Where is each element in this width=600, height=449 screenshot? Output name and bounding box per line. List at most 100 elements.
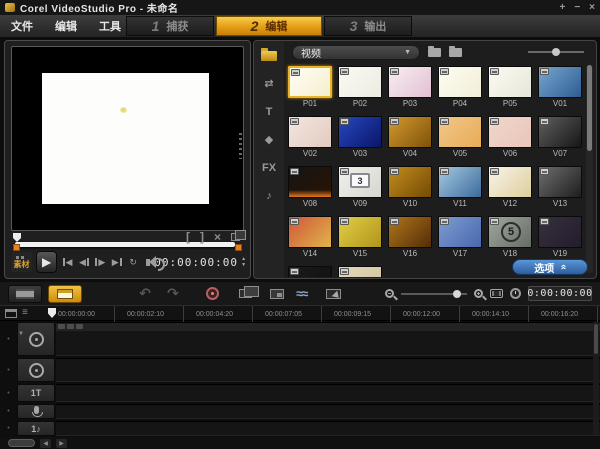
sidebar-item-graphic[interactable]: ◆ (258, 131, 280, 148)
close-button[interactable]: × (589, 3, 595, 13)
clip-thumbnail-V05[interactable] (438, 116, 482, 148)
voice-track-header[interactable] (17, 404, 55, 419)
clip-thumbnail-V02[interactable] (288, 116, 332, 148)
timecode-value[interactable]: 00:00:00:00 (154, 256, 238, 269)
volume-icon[interactable] (146, 259, 150, 266)
timeline-ruler[interactable]: ≡ 00:00:00:0000:00:02:1000:00:04:2000:00… (0, 305, 600, 321)
record-capture-icon[interactable] (206, 287, 219, 300)
next-frame-button[interactable]: ▶ (94, 253, 106, 271)
ruler-ticks[interactable]: 00:00:00:0000:00:02:1000:00:04:2000:00:0… (46, 306, 600, 320)
library-scrollbar-thumb[interactable] (587, 65, 592, 151)
voice-track-lane[interactable] (56, 404, 600, 419)
clip-thumbnail-V13[interactable] (538, 166, 582, 198)
clip-thumbnail-V11[interactable] (438, 166, 482, 198)
clip-thumbnail-V04[interactable] (388, 116, 432, 148)
menu-file[interactable]: 文件 (0, 18, 44, 34)
redo-button[interactable]: ↷ (162, 285, 184, 302)
previous-frame-button[interactable]: ◀ (78, 253, 90, 271)
subtitle-editor-icon[interactable] (270, 289, 284, 299)
clip-thumbnail-V10[interactable] (388, 166, 432, 198)
clip-thumbnail-V16[interactable] (388, 216, 432, 248)
tab-edit[interactable]: 2 编辑 (216, 16, 322, 36)
music-track-header[interactable]: 1♪ (17, 421, 55, 436)
clip-thumbnail-V07[interactable] (538, 116, 582, 148)
track-dropdown-icon[interactable]: ▼ (18, 331, 24, 337)
timeline-view-button[interactable] (48, 285, 82, 303)
sidebar-item-media[interactable] (258, 47, 280, 64)
mark-in-button[interactable]: [ (186, 231, 190, 243)
scroll-right-button[interactable]: ▶ (56, 439, 67, 448)
fit-project-icon[interactable] (490, 289, 503, 298)
scroll-left-button[interactable]: ◀ (40, 439, 51, 448)
show-tracks-icon[interactable]: ≡ (22, 308, 28, 318)
panel-resize-grip[interactable] (239, 133, 242, 159)
zoom-slider-knob[interactable] (453, 290, 461, 298)
sidebar-item-audio[interactable]: ♪ (258, 187, 280, 204)
clip-thumbnail-V17[interactable] (438, 216, 482, 248)
clip-thumbnail-V06[interactable] (488, 116, 532, 148)
clip-thumbnail-P04[interactable] (438, 66, 482, 98)
overlay-track-header[interactable] (17, 358, 55, 382)
library-scrollbar[interactable] (586, 65, 593, 273)
vertical-scrollbar-thumb[interactable] (594, 324, 598, 354)
music-track-lane[interactable] (56, 421, 600, 436)
options-button[interactable]: 选项 « (512, 259, 588, 275)
tab-share[interactable]: 3 输出 (324, 16, 412, 36)
clip-thumbnail-P01[interactable] (288, 66, 332, 98)
ripple-edit-strip[interactable] (56, 323, 600, 331)
clip-thumbnail-V15[interactable] (338, 216, 382, 248)
split-clip-icon[interactable] (231, 233, 240, 241)
timeline-zoom-slider[interactable] (401, 289, 467, 299)
thumbnail-size-slider[interactable] (528, 46, 584, 58)
end-button[interactable]: ▶ (111, 253, 123, 271)
overlay-track-lane[interactable] (56, 358, 600, 382)
timecode-spinner[interactable]: ▲▼ (241, 257, 246, 268)
music-track-state-icon[interactable]: • (0, 421, 17, 436)
video-track-state-icon[interactable]: • (0, 322, 17, 356)
clip-thumbnail-V21[interactable] (338, 266, 382, 277)
zoom-in-icon[interactable] (474, 289, 483, 298)
mark-out-button[interactable]: ] (200, 231, 204, 243)
clip-thumbnail-V03[interactable] (338, 116, 382, 148)
sound-mixer-icon[interactable]: ≈≈ (296, 286, 306, 301)
timeline-timecode[interactable]: 0:00:00:00 (528, 286, 592, 301)
gallery-dropdown[interactable]: 视频 ▼ (292, 45, 420, 60)
clip-thumbnail-V08[interactable] (288, 166, 332, 198)
repeat-button[interactable]: ↻ (127, 253, 139, 271)
instant-project-icon[interactable] (326, 289, 341, 299)
sidebar-item-transition[interactable]: ⇄ (258, 75, 280, 92)
sidebar-item-title[interactable]: T (258, 103, 280, 120)
clip-thumbnail-V12[interactable] (488, 166, 532, 198)
import-media-icon[interactable] (449, 48, 462, 57)
title-track-lane[interactable] (56, 384, 600, 402)
timeline-vertical-scrollbar[interactable] (593, 322, 599, 435)
clip-thumbnail-P03[interactable] (388, 66, 432, 98)
clip-thumbnail-V19[interactable] (538, 216, 582, 248)
storyboard-view-button[interactable] (8, 285, 42, 303)
horizontal-scrollbar-thumb[interactable] (8, 439, 35, 447)
slider-knob[interactable] (552, 48, 560, 56)
tab-capture[interactable]: 1 捕获 (126, 16, 214, 36)
clip-thumbnail-V01[interactable] (538, 66, 582, 98)
overlay-track-state-icon[interactable]: • (0, 358, 17, 382)
minimize-button[interactable]: − (574, 3, 580, 13)
move-window-icon[interactable]: + (559, 3, 565, 13)
video-track-header[interactable] (17, 322, 55, 356)
play-button[interactable]: ▶ (36, 251, 57, 273)
undo-button[interactable]: ↶ (134, 285, 156, 302)
clip-thumbnail-P02[interactable] (338, 66, 382, 98)
menu-edit[interactable]: 编辑 (44, 18, 88, 34)
voice-track-state-icon[interactable]: • (0, 404, 17, 419)
video-track-lane[interactable] (56, 322, 600, 356)
clip-thumbnail-V09[interactable]: 3 (338, 166, 382, 198)
add-folder-icon[interactable] (428, 48, 441, 57)
clip-thumbnail-V18[interactable]: 5 (488, 216, 532, 248)
project-duration-icon[interactable] (510, 288, 521, 299)
delete-clip-button[interactable]: × (214, 231, 221, 243)
batch-convert-icon[interactable] (239, 289, 252, 298)
playhead-marker[interactable] (13, 233, 21, 242)
clip-mode-toggle[interactable]: 素材 (11, 252, 32, 272)
clip-thumbnail-V14[interactable] (288, 216, 332, 248)
home-button[interactable]: ◀ (61, 253, 73, 271)
clip-thumbnail-V20[interactable] (288, 266, 332, 277)
